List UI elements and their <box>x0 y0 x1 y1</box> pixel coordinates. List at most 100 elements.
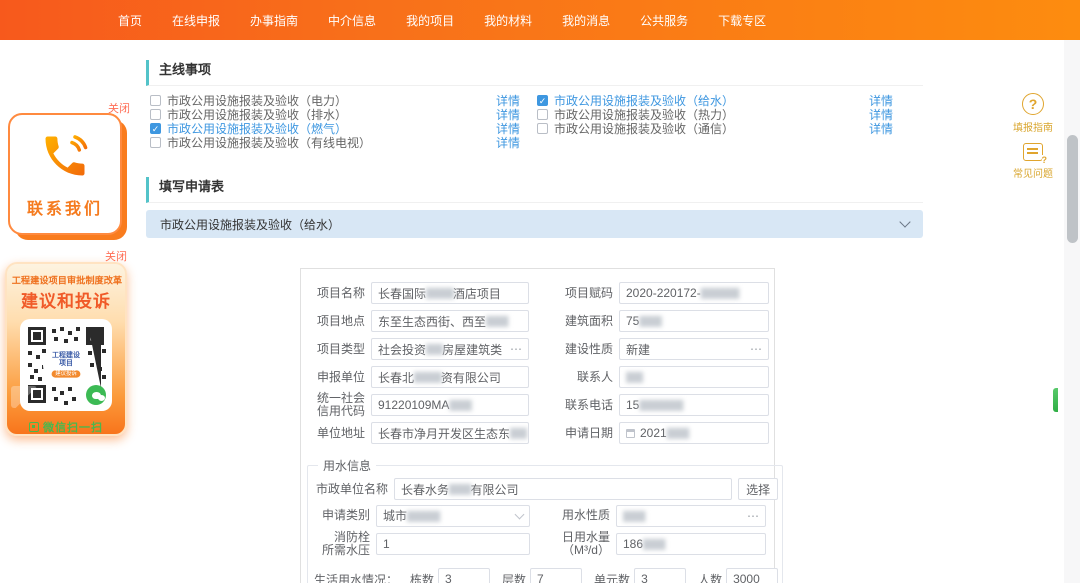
scrollbar-thumb[interactable] <box>1067 135 1078 243</box>
nav-item[interactable]: 下载专区 <box>718 12 766 29</box>
field-value: 7 <box>537 572 544 583</box>
form-input[interactable]: 长春北█████资有限公司 <box>371 366 529 388</box>
detail-link[interactable]: 详情 <box>869 120 893 137</box>
qr-badge: 建议投诉 <box>52 370 81 377</box>
checkbox[interactable]: ✓ <box>150 123 161 134</box>
form-rows: 项目名称长春国际█████酒店项目项目赋码2020-220172-███████… <box>301 279 774 447</box>
form-input[interactable]: 2020-220172-███████ <box>619 282 769 304</box>
form-row: 项目类型社会投资███房屋建筑类⋯建设性质新建⋯ <box>301 335 774 363</box>
main-items-checklist: 市政公用设施报装及验收（电力）详情市政公用设施报装及验收（排水）详情✓市政公用设… <box>146 93 923 149</box>
complaint-qr-card[interactable]: 工程建设项目审批制度改革 建议和投诉 工程建设 项目 建议投诉 <box>5 262 127 436</box>
form-input[interactable]: ███ <box>619 366 769 388</box>
water-info-fieldset: 用水信息 市政单位名称长春水务████有限公司选择 申请类别城市██████ 用水… <box>307 457 783 583</box>
field-label: 用水性质 <box>548 509 610 522</box>
form-input[interactable]: 东至生态西街、西至████ <box>371 310 529 332</box>
form-input[interactable]: 186████ <box>616 533 766 555</box>
form-input[interactable]: 2021████ <box>619 422 769 444</box>
field-label: 日用水量 （M³/d） <box>548 531 610 557</box>
top-nav-bar: 首页 在线申报 办事指南 中介信息 我的项目 我的材料 我的消息 公共服务 下载专区 <box>0 0 1080 40</box>
stat-input[interactable]: 3 <box>634 568 686 583</box>
checklist-column-left: 市政公用设施报装及验收（电力）详情市政公用设施报装及验收（排水）详情✓市政公用设… <box>146 93 520 149</box>
calendar-icon <box>626 429 635 438</box>
form-input[interactable]: 社会投资███房屋建筑类⋯ <box>371 338 529 360</box>
main-content: 主线事项 市政公用设施报装及验收（电力）详情市政公用设施报装及验收（排水）详情✓… <box>146 60 923 238</box>
redacted-value: ███ <box>426 344 442 354</box>
field-value: 长春市净月开发区生态东 <box>378 425 510 442</box>
contact-us-card[interactable]: 联系我们 <box>8 113 122 235</box>
form-input[interactable]: 75████ <box>619 310 769 332</box>
nav-item[interactable]: 我的项目 <box>406 12 454 29</box>
field-value: 3000 <box>733 572 760 583</box>
detail-link[interactable]: 详情 <box>496 134 520 151</box>
form-row: 项目地点东至生态西街、西至████建筑面积75████ <box>301 307 774 335</box>
faq-helper[interactable]: ? 常见问题 <box>1003 143 1063 180</box>
water-info-legend: 用水信息 <box>318 457 376 474</box>
field-label: 单位地址 <box>313 427 365 440</box>
stats-intro-label: 生活用水情况： <box>314 571 398 583</box>
form-input[interactable]: 城市██████ <box>376 505 530 527</box>
stat-input[interactable]: 7 <box>530 568 582 583</box>
form-row: 消防栓 所需水压 1 日用水量 （M³/d） 186████ <box>312 529 778 559</box>
application-form: 项目名称长春国际█████酒店项目项目赋码2020-220172-███████… <box>300 268 775 583</box>
nav-item[interactable]: 我的材料 <box>484 12 532 29</box>
field-label: 项目类型 <box>313 343 365 356</box>
checklist-column-right: ✓市政公用设施报装及验收（给水）详情市政公用设施报装及验收（热力）详情市政公用设… <box>520 93 893 149</box>
redacted-value: ████ <box>639 316 661 326</box>
scrollbar-track[interactable] <box>1064 40 1080 583</box>
checkbox[interactable]: ✓ <box>537 95 548 106</box>
field-label: 项目赋码 <box>553 287 613 300</box>
stat-input[interactable]: 3 <box>438 568 490 583</box>
form-input[interactable]: 91220109MA████ <box>371 394 529 416</box>
select-button[interactable]: 选择 <box>738 478 778 500</box>
form-input[interactable]: 新建⋯ <box>619 338 769 360</box>
form-input[interactable]: 长春水务████有限公司 <box>394 478 732 500</box>
living-water-stats-row: 生活用水情况：栋数3层数7单元数3人数3000 <box>312 568 778 583</box>
checklist-item: 市政公用设施报装及验收（有线电视） 详情 <box>150 135 520 149</box>
form-panel-header[interactable]: 市政公用设施报装及验收（给水） <box>146 210 923 238</box>
section-title-application-form: 填写申请表 <box>146 177 923 203</box>
field-value: 酒店项目 <box>453 285 501 302</box>
form-input[interactable]: 1 <box>376 533 530 555</box>
field-value: 2020-220172- <box>626 286 701 300</box>
checkbox[interactable] <box>537 123 548 134</box>
field-value: 资有限公司 <box>441 369 501 386</box>
checklist-item-label: 市政公用设施报装及验收（有线电视） <box>167 134 371 151</box>
ellipsis-icon[interactable]: ⋯ <box>510 344 522 354</box>
nav-item[interactable]: 首页 <box>118 12 142 29</box>
nav-item[interactable]: 公共服务 <box>640 12 688 29</box>
water-unit-row: 市政单位名称长春水务████有限公司选择 <box>312 476 778 502</box>
ellipsis-icon[interactable]: ⋯ <box>750 344 762 354</box>
edge-floating-widget[interactable] <box>1053 388 1058 412</box>
form-input[interactable]: 长春市净月开发区生态东███ <box>371 422 529 444</box>
nav-item[interactable]: 中介信息 <box>328 12 376 29</box>
field-value: 75 <box>626 314 639 328</box>
field-value: 1 <box>383 537 390 551</box>
checkbox[interactable] <box>537 109 548 120</box>
redacted-value: ████ <box>449 484 471 494</box>
nav-item[interactable]: 办事指南 <box>250 12 298 29</box>
nav-item[interactable]: 在线申报 <box>172 12 220 29</box>
form-input[interactable]: 长春国际█████酒店项目 <box>371 282 529 304</box>
qr-center-label: 工程建设 项目 建议投诉 <box>43 345 89 385</box>
field-label: 申请日期 <box>553 427 613 440</box>
checkbox[interactable] <box>150 137 161 148</box>
redacted-value: ████ <box>623 511 645 521</box>
ellipsis-icon[interactable]: ⋯ <box>747 511 759 521</box>
form-input[interactable]: ████ ⋯ <box>616 505 766 527</box>
checkbox[interactable] <box>150 95 161 106</box>
field-value: 长春国际 <box>378 285 426 302</box>
field-value: 3 <box>445 572 452 583</box>
field-label: 消防栓 所需水压 <box>314 531 370 557</box>
field-value: 房屋建筑类 <box>442 341 502 358</box>
phone-icon <box>39 130 91 187</box>
nav-item[interactable]: 我的消息 <box>562 12 610 29</box>
redacted-value: ████ <box>667 428 689 438</box>
field-label: 申请类别 <box>314 509 370 522</box>
checkbox[interactable] <box>150 109 161 120</box>
stat-field-label: 栋数 <box>410 571 434 583</box>
form-input[interactable]: 15████████ <box>619 394 769 416</box>
guide-helper[interactable]: ? 填报指南 <box>1003 93 1063 134</box>
complaint-title-line1: 工程建设项目审批制度改革 <box>12 273 121 287</box>
form-row: 申请类别城市██████ 用水性质 ████ ⋯ <box>312 502 778 529</box>
stat-input[interactable]: 3000 <box>726 568 778 583</box>
